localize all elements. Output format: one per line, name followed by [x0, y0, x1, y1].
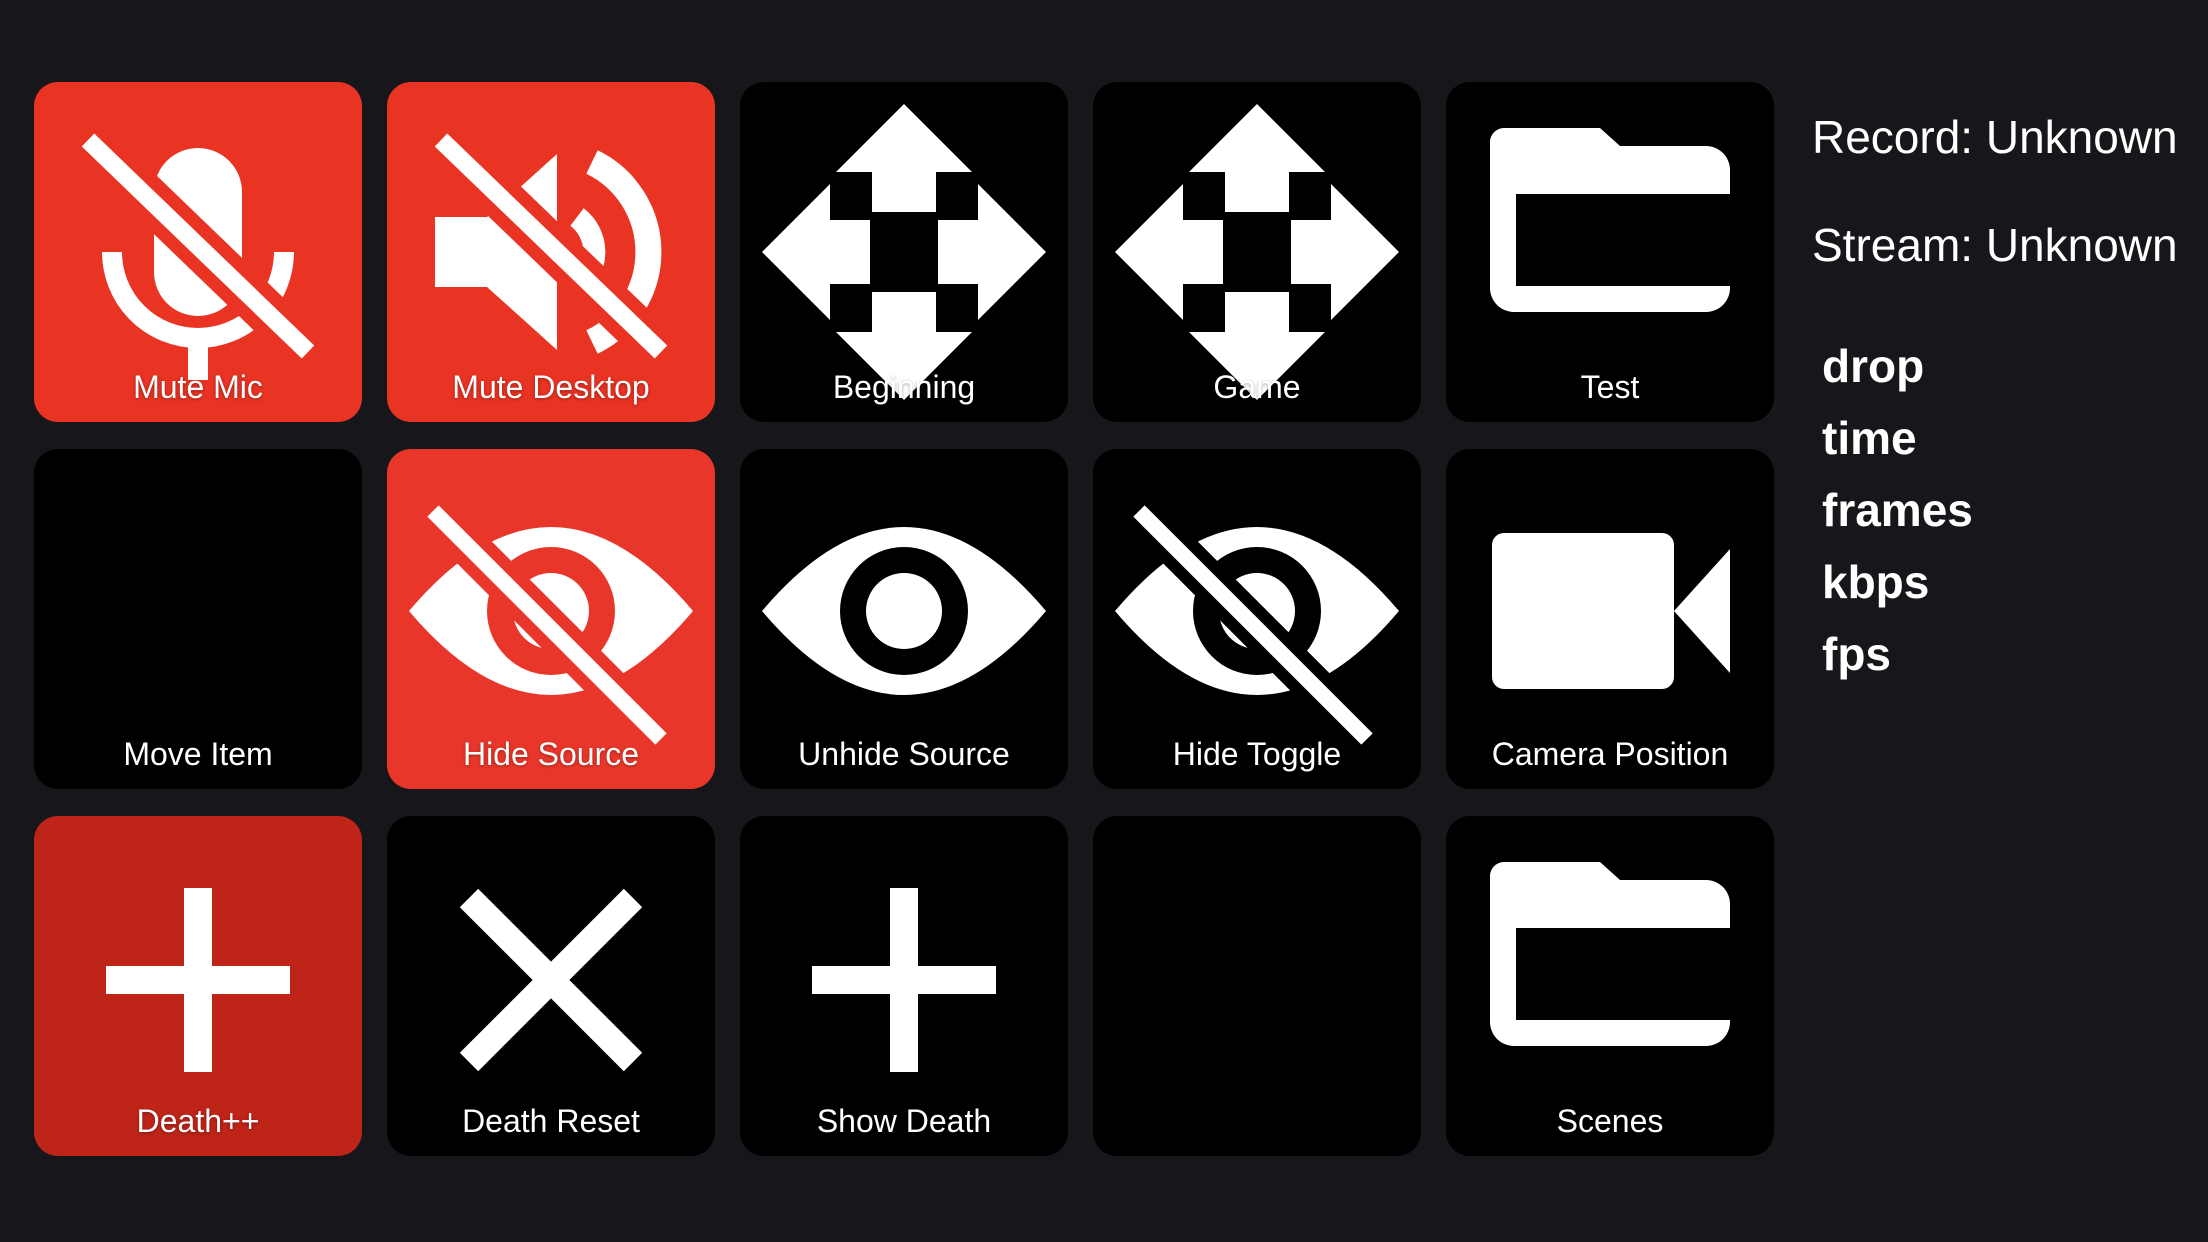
beginning-button[interactable]: Beginning — [740, 82, 1068, 422]
stat-kbps: kbps — [1822, 556, 1930, 608]
tile-label: Game — [1213, 369, 1301, 405]
stats-list: drop time frames kbps fps — [1822, 330, 1973, 690]
tile-label: Hide Toggle — [1172, 736, 1342, 772]
tile-label: Death Reset — [462, 1103, 640, 1139]
unhide-source-button[interactable]: Unhide Source — [740, 449, 1068, 789]
death-reset-button[interactable]: Death Reset — [387, 816, 715, 1156]
hide-toggle-button[interactable]: Hide Toggle — [1093, 449, 1421, 789]
empty-button[interactable] — [1093, 816, 1421, 1156]
mute-desktop-button[interactable]: Mute Desktop — [387, 82, 715, 422]
tile-label: Scenes — [1556, 1103, 1664, 1139]
scenes-button[interactable]: Scenes — [1446, 816, 1774, 1156]
move-item-button[interactable]: Move Item — [34, 449, 362, 789]
death-increment-button[interactable]: Death++ — [34, 816, 362, 1156]
hide-source-button[interactable]: Hide Source — [387, 449, 715, 789]
tile-label: Hide Source — [462, 736, 640, 772]
tile-label: Test — [1580, 369, 1640, 405]
tile-label: Camera Position — [1491, 736, 1729, 772]
stat-drop: drop — [1822, 340, 1925, 392]
tile-label: Mute Desktop — [452, 369, 650, 405]
tile-label: Beginning — [832, 369, 976, 405]
stat-fps: fps — [1822, 628, 1891, 680]
stream-status: Stream: Unknown — [1812, 219, 2178, 271]
tile-label: Unhide Source — [798, 736, 1010, 772]
show-death-button[interactable]: Show Death — [740, 816, 1068, 1156]
tile-label: Show Death — [816, 1103, 992, 1139]
record-status: Record: Unknown — [1812, 111, 2178, 163]
tile-label: Death++ — [136, 1103, 260, 1139]
game-button[interactable]: Game — [1093, 82, 1421, 422]
stat-frames: frames — [1822, 484, 1973, 536]
test-button[interactable]: Test — [1446, 82, 1774, 422]
camera-position-button[interactable]: Camera Position — [1446, 449, 1774, 789]
stream-deck-page: Mute Mic Mute Desktop Beginning Game Tes… — [0, 0, 2208, 1242]
tile-label: Mute Mic — [133, 369, 263, 405]
stat-time: time — [1822, 412, 1917, 464]
button-grid: Mute Mic Mute Desktop Beginning Game Tes… — [34, 82, 1774, 1156]
mute-mic-button[interactable]: Mute Mic — [34, 82, 362, 422]
tile-label: Move Item — [123, 736, 273, 772]
